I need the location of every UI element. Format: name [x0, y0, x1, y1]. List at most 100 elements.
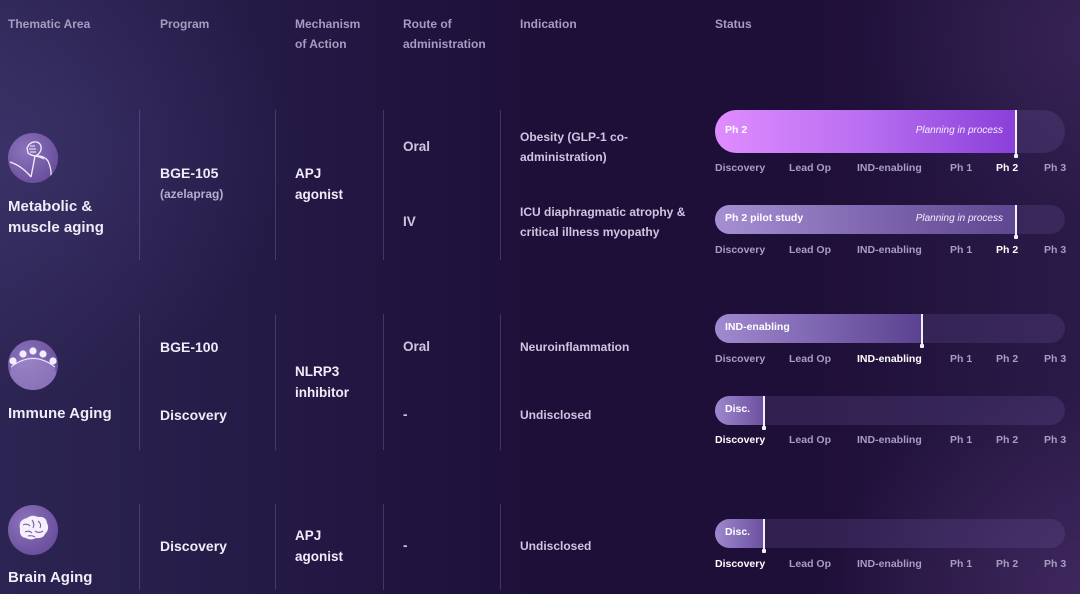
status-label: Disc.	[725, 526, 751, 538]
stage-label: Ph 1	[950, 244, 973, 256]
mechanism-line1: APJ	[295, 528, 322, 543]
area-label-line1: Metabolic &	[8, 198, 93, 215]
status-track: Ph 2 pilot study Planning in process	[715, 205, 1065, 239]
stage-label: Discovery	[715, 162, 766, 174]
stage-label: Ph 3	[1044, 434, 1067, 446]
indication-line1: ICU diaphragmatic atrophy &	[520, 205, 686, 219]
stage-label: Discovery	[715, 353, 766, 365]
stage-labels: Discovery Lead Op IND-enabling Ph 1 Ph 2 Ph 3	[715, 434, 1067, 448]
stage-labels: Discovery Lead Op IND-enabling Ph 1 Ph 2 Ph 3	[715, 244, 1067, 258]
header-mechanism-line1: Mechanism	[295, 17, 361, 31]
header-mechanism: Mechanism of Action	[295, 14, 360, 54]
column-divider	[275, 314, 276, 450]
indication: Obesity (GLP-1 co- administration)	[520, 127, 628, 167]
area-label-immune: Immune Aging	[8, 405, 112, 422]
stage-label: Discovery	[715, 558, 766, 570]
column-divider	[139, 314, 140, 450]
route: Oral	[403, 139, 431, 154]
stage-label: Lead Op	[789, 244, 832, 256]
mechanism: APJ agonist	[295, 163, 343, 205]
status-label: Disc.	[725, 403, 751, 415]
status-marker-dot	[762, 549, 766, 553]
stage-labels: Discovery Lead Op IND-enabling Ph 1 Ph 2 Ph 3	[715, 558, 1067, 572]
stage-label: Ph 3	[1044, 353, 1067, 365]
stage-label: Lead Op	[789, 558, 832, 570]
status-marker-dot	[1014, 235, 1018, 239]
stage-label: Ph 2	[996, 434, 1019, 446]
column-divider	[383, 314, 384, 450]
status-marker-dot	[919, 344, 924, 348]
program-name: BGE-100	[160, 339, 219, 355]
route: Oral	[403, 339, 431, 354]
indication: Undisclosed	[520, 408, 592, 422]
stage-label: Ph 1	[950, 162, 973, 174]
program-name: Discovery	[160, 407, 227, 423]
indication: Neuroinflammation	[520, 340, 630, 354]
status-track: Disc.	[715, 396, 1065, 430]
route: IV	[403, 214, 416, 229]
status-marker-dot	[1014, 154, 1018, 158]
stage-label: Ph 2	[996, 558, 1019, 570]
brain-icon	[8, 505, 58, 555]
stage-label: Ph 1	[950, 558, 973, 570]
route: -	[403, 407, 408, 422]
mechanism-line1: NLRP3	[295, 364, 340, 379]
indication: ICU diaphragmatic atrophy & critical ill…	[520, 202, 685, 242]
column-divider	[383, 110, 384, 260]
header-route: Route of administration	[403, 14, 486, 54]
stage-label: Ph 3	[1044, 162, 1067, 174]
stage-label: Ph 2	[996, 244, 1019, 256]
area-label-line2: muscle aging	[8, 219, 104, 236]
status-track: Ph 2 Planning in process	[715, 110, 1065, 158]
stage-label: Discovery	[715, 434, 766, 446]
status-note: Planning in process	[915, 213, 1003, 224]
indication-line2: critical illness myopathy	[520, 225, 660, 239]
header-indication: Indication	[520, 17, 577, 31]
column-divider	[139, 504, 140, 590]
stage-label: Ph 1	[950, 353, 973, 365]
program-name: Discovery	[160, 538, 227, 554]
status-note: Planning in process	[915, 125, 1003, 136]
mechanism-line2: agonist	[295, 549, 344, 564]
stage-label: Ph 2	[996, 162, 1019, 174]
stage-labels: Discovery Lead Op IND-enabling Ph 1 Ph 2 Ph 3	[715, 162, 1067, 176]
mechanism-line2: inhibitor	[295, 385, 349, 400]
stage-label: Ph 3	[1044, 244, 1067, 256]
header-thematic-area: Thematic Area	[8, 17, 91, 31]
mechanism: NLRP3 inhibitor	[295, 361, 349, 403]
stage-labels: Discovery Lead Op IND-enabling Ph 1 Ph 2 Ph 3	[715, 353, 1067, 367]
mechanism-line2: agonist	[295, 187, 344, 202]
status-label: Ph 2	[725, 124, 748, 136]
stage-label: IND-enabling	[857, 434, 922, 446]
column-divider	[383, 504, 384, 590]
header-route-line1: Route of	[403, 17, 452, 31]
status-marker	[763, 519, 765, 551]
stage-label: Lead Op	[789, 434, 832, 446]
indication-line1: Obesity (GLP-1 co-	[520, 130, 629, 144]
stage-label: IND-enabling	[857, 558, 922, 570]
stage-label: IND-enabling	[857, 353, 922, 365]
flexed-arm-icon	[8, 133, 58, 183]
column-divider	[275, 504, 276, 590]
status-marker-dot	[762, 426, 766, 430]
area-label-metabolic: Metabolic & muscle aging	[8, 196, 104, 238]
status-marker	[1015, 110, 1017, 156]
mechanism: APJ agonist	[295, 525, 343, 567]
stage-label: IND-enabling	[857, 244, 922, 256]
status-marker	[920, 314, 923, 346]
program-name: BGE-105	[160, 165, 219, 181]
mechanism-line1: APJ	[295, 166, 322, 181]
column-divider	[500, 110, 501, 260]
column-divider	[500, 314, 501, 450]
stage-label: Ph 2	[996, 353, 1019, 365]
status-label: Ph 2 pilot study	[725, 212, 804, 224]
status-marker	[1015, 205, 1017, 237]
status-marker	[763, 396, 765, 428]
status-track: IND-enabling	[715, 314, 1065, 348]
area-label-brain: Brain Aging	[8, 569, 93, 586]
status-label: IND-enabling	[725, 321, 790, 333]
program-subname: (azelaprag)	[160, 187, 224, 201]
stage-label: IND-enabling	[857, 162, 922, 174]
column-divider	[275, 110, 276, 260]
stage-label: Lead Op	[789, 162, 832, 174]
